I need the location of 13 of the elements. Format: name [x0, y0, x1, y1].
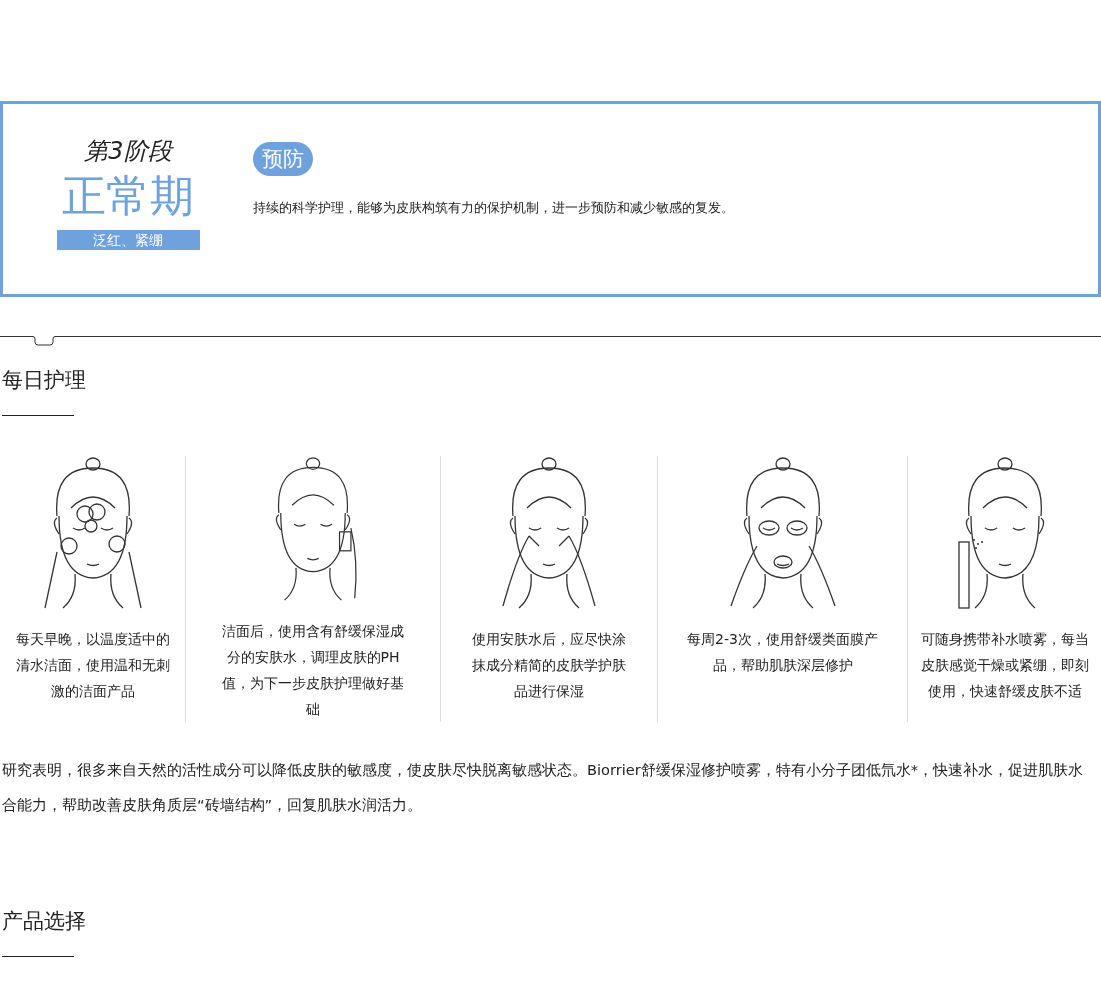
step-description: 每周2-3次，使用舒缓类面膜产品，帮助肌肤深层修护: [686, 630, 879, 675]
phase-title: 正常期: [62, 169, 194, 223]
step-description: 洁面后，使用含有舒缓保湿成分的安肤水，调理皮肤的PH值，为下一步皮肤护理做好基础: [221, 622, 405, 719]
research-paragraph: 研究表明，很多来自天然的活性成分可以降低皮肤的敏感度，使皮肤尽快脱离敏感状态。Biorrier舒缓保湿修护喷雾，特有小分子团低氘水*，快速补水，促进肌肤水合能力，帮助改善皮肤角质层“砖墙结构”，回复肌肤水润活力。: [2, 760, 1085, 815]
step-description: 每天早晚，以温度适中的清水洁面，使用温和无刺激的洁面产品: [14, 630, 171, 701]
badge: 预防: [253, 142, 313, 176]
step-description: 使用安肤水后，应尽快涂抹成分精简的皮肤学护肤品进行保湿: [471, 630, 627, 701]
section-heading: 每日护理: [1, 367, 87, 394]
stage-label: 第3阶段: [84, 136, 172, 167]
section-heading: 产品选择: [1, 908, 87, 935]
step-description: 可随身携带补水喷雾，每当皮肤感觉干燥或紧绷，即刻使用，快速舒缓皮肤不适: [919, 630, 1090, 701]
description: 持续的科学护理，能够为皮肤构筑有力的保护机制，进一步预防和减少敏感的复发。: [253, 199, 734, 217]
symptoms-tag: 泛红、紧绷: [56, 230, 200, 250]
